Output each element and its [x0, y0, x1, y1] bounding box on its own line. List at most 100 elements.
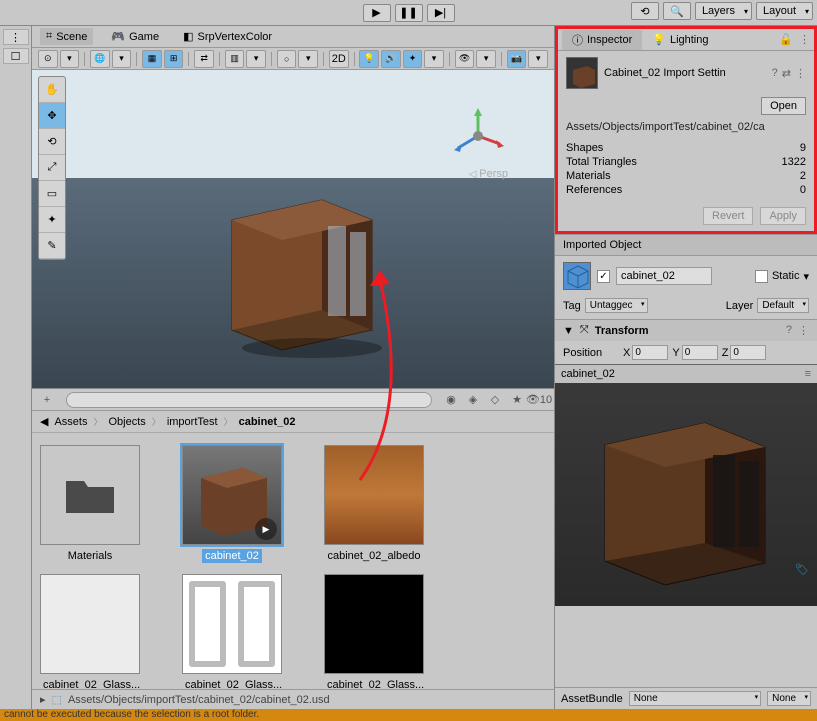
- custom-tool[interactable]: ✎: [39, 233, 65, 259]
- mode-2d-button[interactable]: 2D: [329, 50, 349, 68]
- inspector-panel: ⓘ Inspector 💡 Lighting 🔓 ⋮ Cabinet_02 Im…: [554, 26, 817, 709]
- asset-albedo[interactable]: cabinet_02_albedo: [324, 445, 424, 566]
- static-checkbox[interactable]: [755, 270, 768, 283]
- hand-tool[interactable]: ✋: [39, 77, 65, 103]
- scene-viewport[interactable]: ✋ ✥ ⟲ ⤢ ▭ ✦ ✎ ◁ Persp: [32, 70, 554, 388]
- dock-collapse-icon[interactable]: ☐: [3, 48, 29, 64]
- layer-dropdown[interactable]: Default: [757, 298, 809, 313]
- menu-icon[interactable]: ⋮: [799, 33, 810, 46]
- move-tool[interactable]: ✥: [39, 103, 65, 129]
- shading-dropdown[interactable]: ▾: [298, 50, 318, 68]
- project-statusbar: ▸ ⬚ Assets/Objects/importTest/cabinet_02…: [32, 689, 554, 709]
- fx-button[interactable]: ✦: [403, 50, 423, 68]
- play-preview-icon[interactable]: ▶: [255, 518, 277, 540]
- project-search[interactable]: [66, 392, 432, 408]
- pos-x-field[interactable]: [632, 345, 668, 360]
- object-name-field[interactable]: [616, 267, 712, 285]
- crumb-objects[interactable]: Objects: [109, 416, 146, 428]
- pivot-center-button[interactable]: ⊙: [38, 50, 58, 68]
- snap-increment-button[interactable]: ⊞: [164, 50, 184, 68]
- local-dropdown[interactable]: ▾: [112, 50, 132, 68]
- hidden-items-button[interactable]: 👁10: [530, 392, 548, 408]
- assetbundle-variant-dropdown[interactable]: None: [767, 691, 811, 706]
- tag-dropdown[interactable]: Untaggec: [585, 298, 648, 313]
- open-button[interactable]: Open: [761, 97, 806, 115]
- asset-cabinet-02[interactable]: ▶ cabinet_02: [182, 445, 282, 566]
- tab-scene[interactable]: ⌗ Scene: [40, 28, 93, 45]
- hidden-dropdown[interactable]: ▾: [476, 50, 496, 68]
- audio-button[interactable]: 🔊: [381, 50, 401, 68]
- lighting-button[interactable]: 💡: [359, 50, 379, 68]
- comp-help-icon[interactable]: ?: [786, 324, 792, 337]
- preview-panel[interactable]: cabinet_02 ≡ 🏷: [555, 364, 817, 606]
- camera-button[interactable]: 📷: [507, 50, 527, 68]
- active-checkbox[interactable]: [597, 270, 610, 283]
- search-button[interactable]: 🔍: [663, 2, 691, 20]
- preset-icon[interactable]: ⇄: [782, 67, 791, 80]
- layers-dropdown[interactable]: Layers: [695, 2, 752, 20]
- dock-menu-icon[interactable]: ⋮: [3, 29, 29, 45]
- bulb-icon: 💡: [652, 33, 666, 46]
- tab-game[interactable]: 🎮 Game: [105, 28, 165, 45]
- draw-dropdown[interactable]: ▾: [246, 50, 266, 68]
- asset-materials-folder[interactable]: Materials: [40, 445, 140, 566]
- expand-icon[interactable]: ▸: [40, 693, 46, 706]
- preview-menu-icon[interactable]: ≡: [805, 368, 811, 380]
- fx-dropdown[interactable]: ▾: [424, 50, 444, 68]
- asset-grid: Materials ▶ cabinet_02 cabinet_02_albedo…: [32, 433, 554, 707]
- shading-button[interactable]: ○: [277, 50, 297, 68]
- transform-icon: ⤧: [580, 324, 589, 337]
- layout-dropdown[interactable]: Layout: [756, 2, 813, 20]
- filter-label-button[interactable]: ◇: [486, 392, 504, 408]
- undo-history-button[interactable]: ⟲: [631, 2, 659, 20]
- asset-glass-3[interactable]: cabinet_02_Glass...: [324, 574, 424, 695]
- incr-snap-button[interactable]: ⇄: [194, 50, 214, 68]
- step-button[interactable]: ▶|: [427, 4, 455, 22]
- pause-button[interactable]: ❚❚: [395, 4, 423, 22]
- import-header: Cabinet_02 Import Settin ? ⇄ ⋮: [558, 51, 814, 95]
- pos-y-field[interactable]: [682, 345, 718, 360]
- foldout-icon[interactable]: ▼: [563, 325, 574, 337]
- static-dropdown-icon[interactable]: ▾: [803, 270, 809, 283]
- filter-type-button[interactable]: ◈: [464, 392, 482, 408]
- draw-mode-button[interactable]: ▥: [225, 50, 245, 68]
- revert-button[interactable]: Revert: [703, 207, 753, 225]
- pivot-dropdown[interactable]: ▾: [60, 50, 80, 68]
- preview-tag-icon[interactable]: 🏷: [795, 563, 809, 576]
- scale-tool[interactable]: ⤢: [39, 155, 65, 181]
- header-menu-icon[interactable]: ⋮: [795, 67, 806, 80]
- apply-button[interactable]: Apply: [760, 207, 806, 225]
- add-button[interactable]: +: [38, 392, 56, 408]
- object-header: Static ▾: [555, 256, 817, 296]
- local-global-button[interactable]: 🌐: [90, 50, 110, 68]
- tab-srp[interactable]: ◧ SrpVertexColor: [177, 28, 278, 45]
- imported-object-header: Imported Object: [555, 234, 817, 256]
- scene-icon: ⌗: [46, 30, 52, 43]
- grid-snap-button[interactable]: ▦: [142, 50, 162, 68]
- pos-z-field[interactable]: [730, 345, 766, 360]
- orientation-gizmo[interactable]: [448, 106, 508, 166]
- rect-tool[interactable]: ▭: [39, 181, 65, 207]
- save-search-button[interactable]: ★: [508, 392, 526, 408]
- play-button[interactable]: ▶: [363, 4, 391, 22]
- assetbundle-dropdown[interactable]: None: [629, 691, 761, 706]
- lock-icon[interactable]: 🔓: [779, 33, 793, 46]
- camera-dropdown[interactable]: ▾: [528, 50, 548, 68]
- hidden-button[interactable]: 👁: [455, 50, 475, 68]
- asset-glass-1[interactable]: cabinet_02_Glass...: [40, 574, 140, 695]
- tab-lighting[interactable]: 💡 Lighting: [642, 31, 718, 48]
- filter-all-button[interactable]: ◉: [442, 392, 460, 408]
- rotate-tool[interactable]: ⟲: [39, 129, 65, 155]
- project-panel: + ◉ ◈ ◇ ★ 👁10 ◀ Assets 〉 Objects 〉 impor…: [32, 388, 554, 709]
- crumb-importtest[interactable]: importTest: [167, 416, 218, 428]
- tab-inspector[interactable]: ⓘ Inspector: [562, 30, 642, 50]
- game-icon: 🎮: [111, 30, 125, 43]
- asset-glass-2[interactable]: cabinet_02_Glass...: [182, 574, 282, 695]
- crumb-assets[interactable]: Assets: [54, 416, 87, 428]
- comp-menu-icon[interactable]: ⋮: [798, 324, 809, 337]
- folder-icon: [62, 473, 118, 517]
- help-icon[interactable]: ?: [772, 67, 778, 80]
- transform-tool[interactable]: ✦: [39, 207, 65, 233]
- crumb-cabinet[interactable]: cabinet_02: [239, 416, 296, 428]
- crumb-back-icon[interactable]: ◀: [40, 415, 48, 428]
